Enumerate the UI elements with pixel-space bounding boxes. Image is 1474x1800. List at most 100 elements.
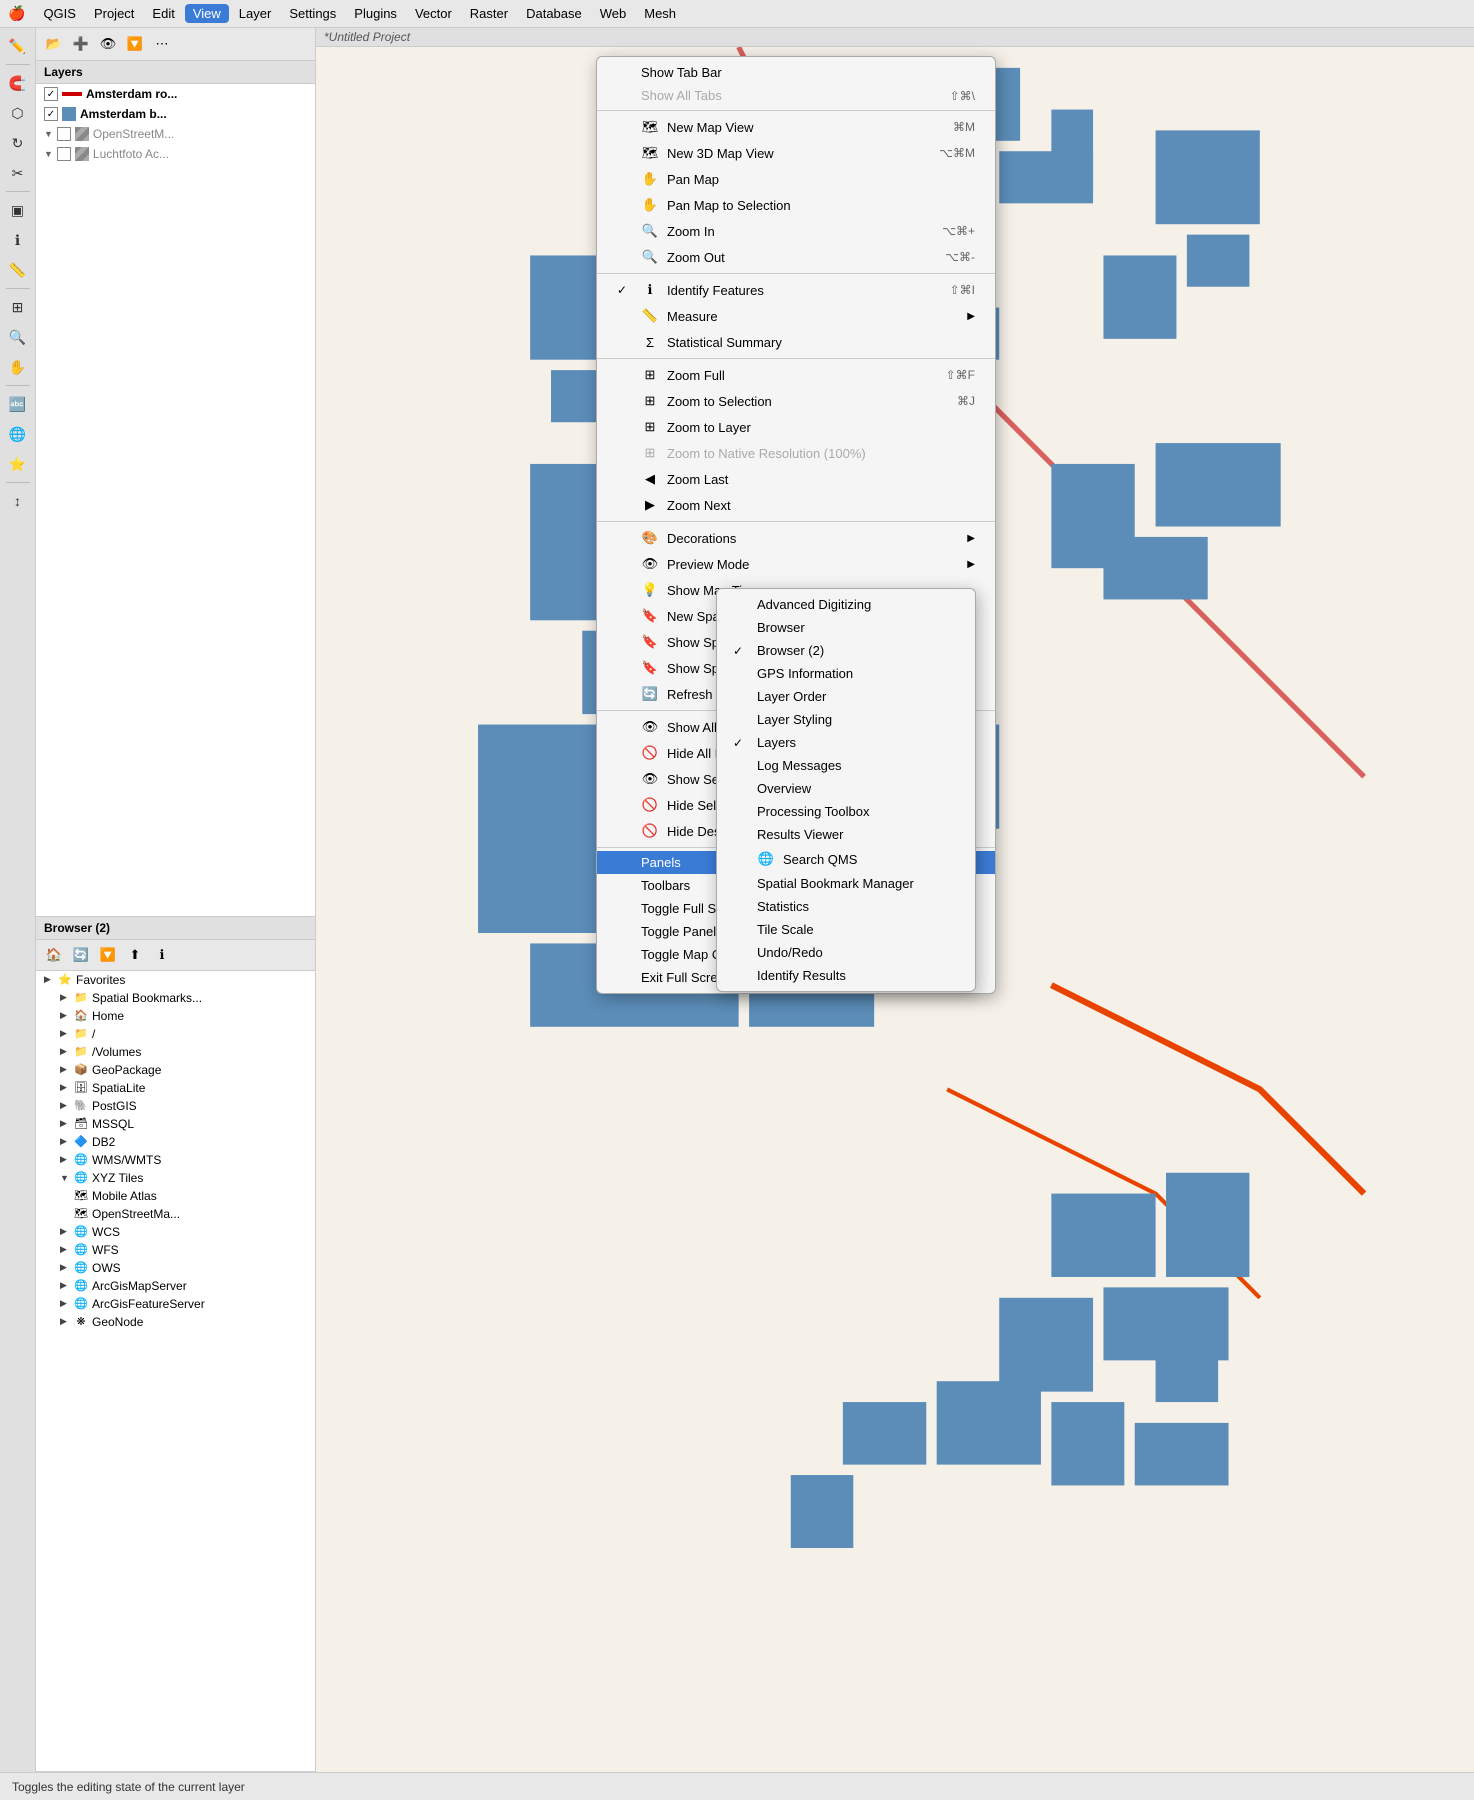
panel-browser[interactable]: Browser — [717, 616, 975, 639]
menu-new-map-view[interactable]: 🗺 New Map View ⌘M — [597, 114, 995, 140]
menubar-edit[interactable]: Edit — [144, 4, 182, 23]
panel-spatial-bookmark-manager[interactable]: Spatial Bookmark Manager — [717, 872, 975, 895]
panel-layer-styling[interactable]: Layer Styling — [717, 708, 975, 731]
show-layer-btn[interactable]: 👁 — [96, 32, 120, 56]
globe-tool[interactable]: 🌐 — [4, 420, 32, 448]
browser-wfs[interactable]: ▶ 🌐 WFS — [36, 1241, 315, 1259]
browser-info-btn[interactable]: ℹ — [150, 943, 174, 967]
layer-item[interactable]: ✓ Amsterdam ro... — [36, 84, 315, 104]
zoom-in-tool[interactable]: 🔍 — [4, 323, 32, 351]
panel-advanced-digitizing[interactable]: Advanced Digitizing — [717, 593, 975, 616]
measure-tool[interactable]: 📏 — [4, 256, 32, 284]
vertex-tool[interactable]: ⬡ — [4, 99, 32, 127]
layer-item[interactable]: ✓ Amsterdam b... — [36, 104, 315, 124]
select-tool[interactable]: ▣ — [4, 196, 32, 224]
panel-results-viewer[interactable]: Results Viewer — [717, 823, 975, 846]
menu-preview-mode[interactable]: 👁 Preview Mode ▶ — [597, 551, 995, 577]
menu-show-tab-bar[interactable]: Show Tab Bar — [597, 61, 995, 84]
panel-log-messages[interactable]: Log Messages — [717, 754, 975, 777]
menu-measure[interactable]: 📏 Measure ▶ — [597, 303, 995, 329]
menubar-database[interactable]: Database — [518, 4, 590, 23]
panel-layers[interactable]: ✓ Layers — [717, 731, 975, 754]
menubar-mesh[interactable]: Mesh — [636, 4, 684, 23]
layer-item[interactable]: ▼ OpenStreetM... — [36, 124, 315, 144]
menubar-plugins[interactable]: Plugins — [346, 4, 405, 23]
menu-item-label: Toolbars — [641, 878, 690, 893]
panel-processing-toolbox[interactable]: Processing Toolbox — [717, 800, 975, 823]
split-tool[interactable]: ✂ — [4, 159, 32, 187]
layer-checkbox[interactable] — [57, 147, 71, 161]
annotation-tool[interactable]: 🔤 — [4, 390, 32, 418]
menu-zoom-next[interactable]: ▶ Zoom Next — [597, 492, 995, 518]
browser-ows[interactable]: ▶ 🌐 OWS — [36, 1259, 315, 1277]
panel-browser-2[interactable]: ✓ Browser (2) — [717, 639, 975, 662]
browser-wcs[interactable]: ▶ 🌐 WCS — [36, 1223, 315, 1241]
panel-search-qms[interactable]: 🌐 Search QMS — [717, 846, 975, 872]
layer-item[interactable]: ▼ Luchtfoto Ac... — [36, 144, 315, 164]
browser-home[interactable]: ▶ 🏠 Home — [36, 1007, 315, 1025]
menubar-qgis[interactable]: QGIS — [35, 4, 84, 23]
browser-volumes[interactable]: ▶ 📁 /Volumes — [36, 1043, 315, 1061]
menubar-settings[interactable]: Settings — [281, 4, 344, 23]
menubar-view[interactable]: View — [185, 4, 229, 23]
menu-identify-features[interactable]: ✓ ℹ Identify Features ⇧⌘I — [597, 277, 995, 303]
browser-mobile-atlas[interactable]: 🗺 Mobile Atlas — [36, 1187, 315, 1205]
menubar-web[interactable]: Web — [592, 4, 635, 23]
menu-zoom-in[interactable]: 🔍 Zoom In ⌥⌘+ — [597, 218, 995, 244]
add-layer-btn[interactable]: ➕ — [69, 32, 93, 56]
bookmark-tool[interactable]: ⭐ — [4, 450, 32, 478]
menubar-raster[interactable]: Raster — [462, 4, 516, 23]
panel-layer-order[interactable]: Layer Order — [717, 685, 975, 708]
menu-new-3d-map[interactable]: 🗺 New 3D Map View ⌥⌘M — [597, 140, 995, 166]
menu-pan-to-selection[interactable]: ✋ Pan Map to Selection — [597, 192, 995, 218]
menu-decorations[interactable]: 🎨 Decorations ▶ — [597, 525, 995, 551]
browser-geopackage[interactable]: ▶ 📦 GeoPackage — [36, 1061, 315, 1079]
menubar-project[interactable]: Project — [86, 4, 142, 23]
panel-gps-information[interactable]: GPS Information — [717, 662, 975, 685]
snap-tool[interactable]: 🧲 — [4, 69, 32, 97]
browser-postgis[interactable]: ▶ 🐘 PostGIS — [36, 1097, 315, 1115]
panel-tile-scale[interactable]: Tile Scale — [717, 918, 975, 941]
menu-pan-map[interactable]: ✋ Pan Map — [597, 166, 995, 192]
pan-tool[interactable]: ✋ — [4, 353, 32, 381]
rotate-tool[interactable]: ↻ — [4, 129, 32, 157]
browser-filter-btn[interactable]: 🔽 — [96, 943, 120, 967]
browser-spatial-bookmarks[interactable]: ▶ 📁 Spatial Bookmarks... — [36, 989, 315, 1007]
layer-checkbox[interactable]: ✓ — [44, 107, 58, 121]
panel-identify-results[interactable]: Identify Results — [717, 964, 975, 987]
browser-root[interactable]: ▶ 📁 / — [36, 1025, 315, 1043]
browser-geonode[interactable]: ▶ ❋ GeoNode — [36, 1313, 315, 1331]
open-layer-btn[interactable]: 📂 — [42, 32, 66, 56]
menubar-layer[interactable]: Layer — [231, 4, 280, 23]
browser-spatialite[interactable]: ▶ 🗄 SpatiaLite — [36, 1079, 315, 1097]
menu-zoom-to-selection[interactable]: ⊞ Zoom to Selection ⌘J — [597, 388, 995, 414]
layer-checkbox[interactable] — [57, 127, 71, 141]
menu-zoom-out[interactable]: 🔍 Zoom Out ⌥⌘- — [597, 244, 995, 270]
digitize-tool[interactable]: ✏️ — [4, 32, 32, 60]
browser-db2[interactable]: ▶ 🔷 DB2 — [36, 1133, 315, 1151]
menu-zoom-to-layer[interactable]: ⊞ Zoom to Layer — [597, 414, 995, 440]
menu-zoom-full[interactable]: ⊞ Zoom Full ⇧⌘F — [597, 362, 995, 388]
browser-arcgis-feature[interactable]: ▶ 🌐 ArcGisFeatureServer — [36, 1295, 315, 1313]
identify-tool[interactable]: ℹ — [4, 226, 32, 254]
browser-xyz[interactable]: ▼ 🌐 XYZ Tiles — [36, 1169, 315, 1187]
browser-osm[interactable]: 🗺 OpenStreetMa... — [36, 1205, 315, 1223]
browser-wms[interactable]: ▶ 🌐 WMS/WMTS — [36, 1151, 315, 1169]
browser-collapse-btn[interactable]: ⬆ — [123, 943, 147, 967]
layer-checkbox[interactable]: ✓ — [44, 87, 58, 101]
more-layer-btn[interactable]: ⋯ — [150, 32, 174, 56]
browser-favorites[interactable]: ▶ ⭐ Favorites — [36, 971, 315, 989]
menu-zoom-last[interactable]: ◀ Zoom Last — [597, 466, 995, 492]
browser-mssql[interactable]: ▶ 🗃 MSSQL — [36, 1115, 315, 1133]
browser-arcgis-map[interactable]: ▶ 🌐 ArcGisMapServer — [36, 1277, 315, 1295]
arrow-tool[interactable]: ↕ — [4, 487, 32, 515]
panel-statistics[interactable]: Statistics — [717, 895, 975, 918]
menu-statistical-summary[interactable]: Σ Statistical Summary — [597, 329, 995, 355]
browser-refresh-btn[interactable]: 🔄 — [69, 943, 93, 967]
filter-layer-btn[interactable]: 🔽 — [123, 32, 147, 56]
zoom-full-tool[interactable]: ⊞ — [4, 293, 32, 321]
panel-undo-redo[interactable]: Undo/Redo — [717, 941, 975, 964]
menubar-vector[interactable]: Vector — [407, 4, 460, 23]
browser-home-btn[interactable]: 🏠 — [42, 943, 66, 967]
panel-overview[interactable]: Overview — [717, 777, 975, 800]
